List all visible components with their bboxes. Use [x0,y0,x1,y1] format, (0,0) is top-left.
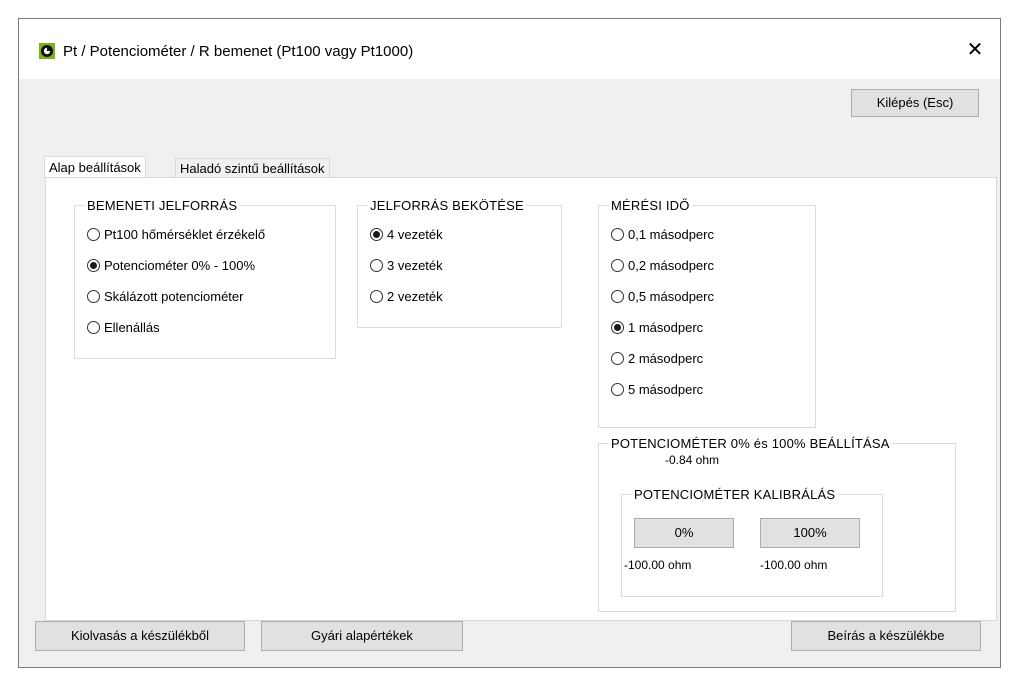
radio-resistance[interactable]: Ellenállás [87,318,160,338]
radio-3-wire[interactable]: 3 vezeték [370,256,443,276]
app-logo-icon [39,43,55,59]
radio-button[interactable] [87,321,100,334]
radio-pt100[interactable]: Pt100 hőmérséklet érzékelő [87,225,265,245]
radio-label: 2 vezeték [387,289,443,304]
group-title: POTENCIOMÉTER KALIBRÁLÁS [634,487,836,502]
group-title: BEMENETI JELFORRÁS [87,198,238,213]
group-title: JELFORRÁS BEKÖTÉSE [370,198,524,213]
radio-button[interactable] [611,290,624,303]
calibrate-0-button[interactable]: 0% [634,518,734,548]
tab-label: Haladó szintű beállítások [180,161,325,176]
radio-label: Potenciométer 0% - 100% [104,258,256,273]
calibration-100-value: -100.00 ohm [760,558,828,572]
radio-button[interactable] [611,259,624,272]
calibrate-100-button[interactable]: 100% [760,518,860,548]
radio-label: Skálázott potenciométer [104,289,244,304]
radio-time-0-1[interactable]: 0,1 másodperc [611,225,714,245]
potentiometer-calibration-group: POTENCIOMÉTER KALIBRÁLÁS 0% 100% -100.00… [621,487,883,597]
exit-button[interactable]: Kilépés (Esc) [851,89,979,117]
tab-panel: BEMENETI JELFORRÁS Pt100 hőmérséklet érz… [45,177,997,621]
measurement-time-group: MÉRÉSI IDŐ 0,1 másodperc 0,2 másodperc 0… [598,198,816,428]
wiring-group: JELFORRÁS BEKÖTÉSE 4 vezeték 3 vezeték 2… [357,198,562,328]
close-icon[interactable]: ✕ [964,39,986,61]
radio-time-1[interactable]: 1 másodperc [611,318,703,338]
radio-label: 5 másodperc [628,382,704,397]
radio-button[interactable] [611,321,624,334]
radio-label: 2 másodperc [628,351,704,366]
tab-label: Alap beállítások [49,160,141,175]
radio-button[interactable] [87,228,100,241]
radio-button[interactable] [370,228,383,241]
radio-time-2[interactable]: 2 másodperc [611,349,703,369]
factory-defaults-button[interactable]: Gyári alapértékek [261,621,463,651]
radio-4-wire[interactable]: 4 vezeték [370,225,443,245]
group-title: POTENCIOMÉTER 0% és 100% BEÁLLÍTÁSA [611,436,890,451]
radio-button[interactable] [87,290,100,303]
radio-time-0-2[interactable]: 0,2 másodperc [611,256,714,276]
calibration-0-value: -100.00 ohm [624,558,692,572]
radio-label: 4 vezeték [387,227,443,242]
radio-2-wire[interactable]: 2 vezeték [370,287,443,307]
potentiometer-setup-group: POTENCIOMÉTER 0% és 100% BEÁLLÍTÁSA -0.8… [598,436,956,612]
radio-time-0-5[interactable]: 0,5 másodperc [611,287,714,307]
radio-button[interactable] [611,383,624,396]
tab-basic-settings[interactable]: Alap beállítások [44,156,146,178]
dialog-window: Pt / Potenciométer / R bemenet (Pt100 va… [18,18,1001,668]
radio-button[interactable] [611,352,624,365]
input-source-group: BEMENETI JELFORRÁS Pt100 hőmérséklet érz… [74,198,336,359]
tab-advanced-settings[interactable]: Haladó szintű beállítások [175,158,330,178]
radio-button[interactable] [87,259,100,272]
radio-label: 3 vezeték [387,258,443,273]
group-title: MÉRÉSI IDŐ [611,198,690,213]
read-from-device-button[interactable]: Kiolvasás a készülékből [35,621,245,651]
radio-label: 0,2 másodperc [628,258,714,273]
title-bar: Pt / Potenciométer / R bemenet (Pt100 va… [19,19,1000,79]
radio-label: Pt100 hőmérséklet érzékelő [104,227,266,242]
radio-button[interactable] [611,228,624,241]
radio-time-5[interactable]: 5 másodperc [611,380,703,400]
window-title: Pt / Potenciométer / R bemenet (Pt100 va… [63,43,414,60]
current-resistance-value: -0.84 ohm [665,453,720,467]
radio-button[interactable] [370,290,383,303]
radio-button[interactable] [370,259,383,272]
radio-potentiometer[interactable]: Potenciométer 0% - 100% [87,256,255,276]
radio-scaled-potentiometer[interactable]: Skálázott potenciométer [87,287,243,307]
radio-label: Ellenállás [104,320,160,335]
radio-label: 1 másodperc [628,320,704,335]
radio-label: 0,5 másodperc [628,289,714,304]
radio-label: 0,1 másodperc [628,227,714,242]
write-to-device-button[interactable]: Beírás a készülékbe [791,621,981,651]
